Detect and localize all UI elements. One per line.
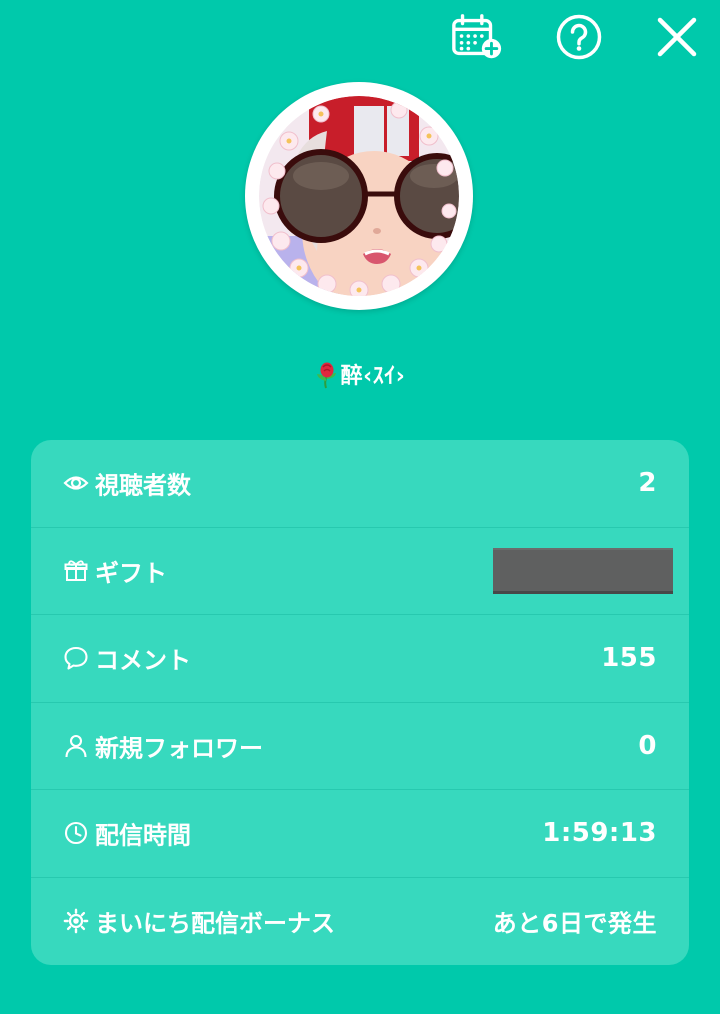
stat-row-viewers: 視聴者数 2	[31, 440, 689, 528]
stat-value-new-followers: 0	[638, 730, 657, 761]
avatar	[245, 82, 473, 310]
stream-stats-card: 視聴者数 2 ギフト コメント 155 新規フォロワー 0 配信時間 1:59:…	[31, 440, 689, 965]
username: 醉‹ｽｲ›	[340, 364, 406, 389]
stat-value-comments: 155	[601, 643, 657, 674]
calendar-add-icon	[452, 14, 502, 59]
stat-label: 新規フォロワー	[95, 734, 263, 763]
stat-label: 配信時間	[95, 821, 191, 850]
redacted-gift-value	[493, 547, 673, 594]
sun-icon	[63, 908, 89, 934]
rose-icon	[316, 362, 336, 389]
stat-row-new-followers: 新規フォロワー 0	[31, 703, 689, 790]
help-button[interactable]	[552, 10, 606, 64]
stat-value-stream-time: 1:59:13	[542, 818, 657, 849]
eye-icon	[63, 470, 89, 496]
stat-label: コメント	[95, 646, 191, 675]
avatar-image	[259, 96, 459, 296]
person-icon	[63, 733, 89, 759]
stat-row-gifts: ギフト	[31, 528, 689, 615]
clock-icon	[63, 820, 89, 846]
stat-row-daily-bonus: まいにち配信ボーナス あと6日で発生	[31, 878, 689, 966]
close-icon	[657, 17, 697, 57]
help-icon	[556, 14, 602, 60]
stat-value-daily-bonus: あと6日で発生	[492, 909, 657, 938]
close-button[interactable]	[650, 10, 704, 64]
stat-label: まいにち配信ボーナス	[95, 909, 335, 938]
calendar-add-button[interactable]	[450, 10, 504, 64]
live-stream-summary-screen: 醉‹ｽｲ› 視聴者数 2 ギフト コメント 155 新規フォロワー 0 配信時間…	[0, 0, 720, 1014]
stat-label: ギフト	[95, 559, 167, 588]
stat-label: 視聴者数	[95, 471, 191, 500]
stat-value-viewers: 2	[638, 468, 657, 499]
stat-row-comments: コメント 155	[31, 615, 689, 703]
username-row: 醉‹ｽｲ›	[0, 352, 720, 396]
stat-row-stream-time: 配信時間 1:59:13	[31, 790, 689, 878]
comment-icon	[63, 645, 89, 671]
gift-icon	[63, 558, 89, 584]
